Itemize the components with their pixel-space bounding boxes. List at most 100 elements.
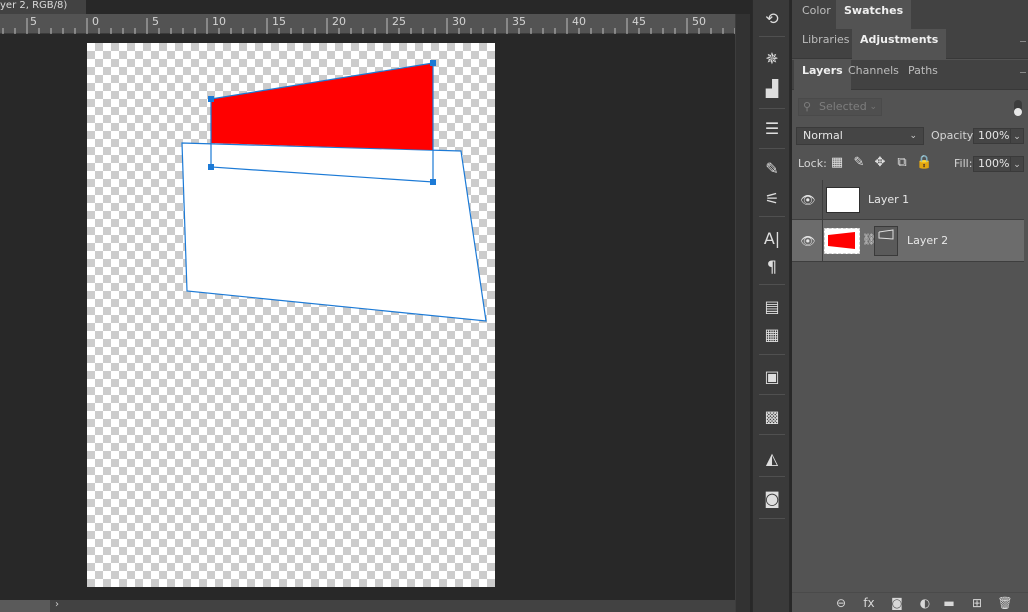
- lock-artboard-icon[interactable]: ⧉: [894, 155, 910, 171]
- delete-layer-icon[interactable]: 🗑: [996, 595, 1014, 611]
- layer-thumbnail: [824, 228, 860, 254]
- ruler-label: 35: [512, 15, 526, 28]
- tab-channels[interactable]: Channels: [840, 60, 907, 90]
- tab-paths[interactable]: Paths: [900, 60, 946, 90]
- tab-color[interactable]: Color: [794, 0, 839, 30]
- ruler-label: 10: [212, 15, 226, 28]
- anchor-point-bottom-right[interactable]: [430, 179, 436, 185]
- panels-dock: Color Swatches Libraries Adjustments Lay…: [792, 0, 1028, 612]
- tab-swatches[interactable]: Swatches: [836, 0, 912, 30]
- layer-name[interactable]: Layer 2: [907, 234, 948, 248]
- blend-mode-select[interactable]: Normal ⌄: [796, 127, 924, 145]
- layer-style-icon[interactable]: fx: [860, 595, 878, 611]
- anchor-point-bottom-left[interactable]: [208, 164, 214, 170]
- gradients-icon[interactable]: ▣: [761, 366, 783, 388]
- patterns-icon[interactable]: ▩: [761, 406, 783, 428]
- ruler-label: 15: [272, 15, 286, 28]
- document-tab-title: yer 2, RGB/8): [0, 0, 68, 11]
- visibility-separator: [822, 180, 823, 220]
- history-icon[interactable]: ⟲: [761, 8, 783, 30]
- strip-separator: [759, 36, 785, 37]
- chevron-down-icon: ⌄: [869, 102, 877, 112]
- layers-panel-footer: ⊖ fx ◙ ◐ ▬ ⊞ 🗑: [792, 592, 1028, 612]
- histogram-icon[interactable]: ▟: [761, 78, 783, 100]
- navigator-icon[interactable]: ✵: [761, 48, 783, 70]
- ruler-label: 45: [632, 15, 646, 28]
- layer-row-layer-2[interactable]: 👁 ⛓ Layer 2: [792, 220, 1024, 262]
- zoom-field[interactable]: [0, 600, 50, 612]
- panel-menu-grip[interactable]: [1020, 41, 1026, 42]
- new-group-icon[interactable]: ▬: [940, 595, 958, 611]
- filter-toggle-knob: [1014, 108, 1022, 116]
- strip-separator: [759, 108, 785, 109]
- new-adjustment-icon[interactable]: ◐: [916, 595, 934, 611]
- anchor-point-top-right[interactable]: [430, 60, 436, 66]
- chevron-down-icon: ⌄: [909, 131, 917, 141]
- notes-icon[interactable]: ▦: [761, 324, 783, 346]
- paragraph-icon[interactable]: ¶: [761, 256, 783, 278]
- strip-separator: [759, 284, 785, 285]
- character-icon[interactable]: A|: [761, 228, 783, 250]
- lock-label: Lock:: [798, 157, 827, 170]
- ruler-label: 25: [392, 15, 406, 28]
- ruler-label: 40: [572, 15, 586, 28]
- eye-icon[interactable]: 👁: [800, 192, 816, 208]
- add-mask-icon[interactable]: ◙: [888, 595, 906, 611]
- lock-all-icon[interactable]: 🔒: [916, 155, 932, 171]
- status-bar: ›: [0, 599, 735, 612]
- ruler-label: 0: [92, 15, 99, 28]
- ruler-label: 20: [332, 15, 346, 28]
- layer-filter-select[interactable]: ⚲ Selected ⌄: [798, 98, 882, 116]
- canvas-area[interactable]: [0, 34, 735, 600]
- lock-transparent-pixels-icon[interactable]: ▦: [829, 155, 845, 171]
- lock-image-pixels-icon[interactable]: ✎: [851, 155, 867, 171]
- document-tab[interactable]: yer 2, RGB/8): [0, 0, 86, 14]
- blend-mode-value: Normal: [803, 129, 843, 142]
- camera-raw-icon[interactable]: ◙: [761, 488, 783, 510]
- strip-separator: [759, 434, 785, 435]
- vertical-scrollbar[interactable]: [735, 14, 750, 612]
- filter-toggle[interactable]: [1014, 100, 1022, 116]
- eye-icon[interactable]: 👁: [800, 233, 816, 249]
- layer-thumbnail: [826, 187, 860, 213]
- opacity-input[interactable]: 100%: [973, 128, 1011, 144]
- opacity-label: Opacity:: [931, 129, 977, 142]
- link-layers-icon[interactable]: ⊖: [832, 595, 850, 611]
- fill-label: Fill:: [954, 157, 973, 170]
- tab-libraries[interactable]: Libraries: [794, 29, 858, 59]
- brush-settings-icon[interactable]: ⚟: [761, 188, 783, 210]
- filter-placeholder: Selected: [819, 100, 867, 113]
- lock-position-icon[interactable]: ✥: [872, 155, 888, 171]
- vector-mask-thumbnail[interactable]: [874, 226, 898, 256]
- collapsed-panel-strip: ⟲ ✵ ▟ ☰ ✎ ⚟ A| ¶ ▤ ▦ ▣ ▩ ◭ ◙: [752, 0, 790, 612]
- layer-thumbnail-shape: [828, 232, 855, 249]
- layers-panel-menu-grip[interactable]: [1020, 72, 1026, 73]
- white-quadrilateral-shape[interactable]: [181, 142, 487, 322]
- tab-adjustments[interactable]: Adjustments: [852, 29, 947, 59]
- layer-filter-row: ⚲ Selected ⌄: [792, 94, 1028, 122]
- brushes-icon[interactable]: ✎: [761, 158, 783, 180]
- fill-dropdown[interactable]: ⌄: [1010, 156, 1024, 172]
- adjustments-icon[interactable]: ☰: [761, 118, 783, 140]
- layer-row-layer-1[interactable]: 👁 Layer 1: [792, 180, 1024, 220]
- ruler-ticks: [2, 18, 735, 34]
- fill-input[interactable]: 100%: [973, 156, 1011, 172]
- strip-separator: [759, 354, 785, 355]
- new-layer-icon[interactable]: ⊞: [968, 595, 986, 611]
- photoshop-window: yer 2, RGB/8) 5 0 5 10 15 20 25 30 35 40 45 50 › ⟲ ✵…: [0, 0, 1028, 612]
- ruler-label: 5: [30, 15, 37, 28]
- ruler-label: 5: [152, 15, 159, 28]
- strip-separator: [759, 148, 785, 149]
- properties-icon[interactable]: ▤: [761, 296, 783, 318]
- horizontal-ruler[interactable]: 5 0 5 10 15 20 25 30 35 40 45 50: [0, 14, 735, 34]
- status-expand-arrow[interactable]: ›: [55, 599, 59, 610]
- anchor-point-top-left[interactable]: [208, 96, 214, 102]
- opacity-dropdown[interactable]: ⌄: [1010, 128, 1024, 144]
- ruler-label: 50: [692, 15, 706, 28]
- ruler-label: 30: [452, 15, 466, 28]
- canvas-shapes: [181, 60, 487, 322]
- actions-icon[interactable]: ◭: [761, 448, 783, 470]
- red-quadrilateral-shape[interactable]: [211, 63, 433, 150]
- search-icon: ⚲: [803, 100, 812, 113]
- layer-name[interactable]: Layer 1: [868, 193, 909, 207]
